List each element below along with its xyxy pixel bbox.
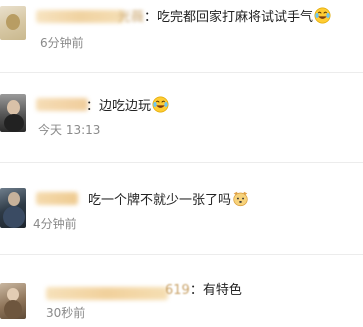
comment-text: 边吃边玩: [99, 99, 152, 114]
comment-body: ：边吃边玩: [86, 96, 169, 116]
comment-separator: ：: [189, 283, 203, 298]
comment-feed: 光薇：吃完都回家打麻将试试手气 6分钟前 ：边吃边玩 今天 13:13 吃一个牌…: [0, 0, 363, 327]
commenter-name[interactable]: [36, 10, 124, 23]
comment-body: 光薇：吃完都回家打麻将试试手气: [118, 7, 331, 27]
comment-item: 光薇：吃完都回家打麻将试试手气 6分钟前: [0, 4, 363, 50]
comment-body: 吃一个牌不就少一张了吗: [88, 190, 249, 210]
comment-text: 有特色: [202, 283, 242, 298]
dog-face-emoji: [233, 191, 248, 207]
commenter-name[interactable]: [36, 192, 78, 205]
laughing-tears-emoji: [152, 96, 169, 113]
comment-text: 吃完都回家打麻将试试手气: [157, 10, 314, 25]
name-suffix: 光薇: [118, 10, 145, 25]
avatar[interactable]: [0, 188, 26, 228]
comment-item: 吃一个牌不就少一张了吗 4分钟前: [0, 186, 363, 234]
divider: [0, 162, 363, 163]
comment-separator: ：: [86, 99, 100, 114]
laughing-tears-emoji: [314, 7, 331, 24]
comment-item: ：边吃边玩 今天 13:13: [0, 92, 363, 142]
comment-text: 吃一个牌不就少一张了吗: [88, 193, 232, 208]
comment-time: 30秒前: [46, 306, 86, 320]
divider: [0, 72, 363, 73]
comment-time: 4分钟前: [33, 217, 77, 231]
comment-time: 今天 13:13: [38, 123, 101, 137]
commenter-name[interactable]: [36, 98, 88, 111]
comment-item: 619：有特色 30秒前: [0, 281, 363, 327]
avatar[interactable]: [0, 283, 26, 319]
avatar[interactable]: [0, 94, 26, 132]
comment-time: 6分钟前: [40, 36, 84, 50]
avatar[interactable]: [0, 6, 26, 40]
comment-separator: ：: [144, 10, 158, 25]
name-suffix: 619: [165, 283, 190, 298]
divider: [0, 254, 363, 255]
comment-body: 619：有特色: [165, 282, 242, 300]
commenter-name[interactable]: [46, 287, 168, 300]
